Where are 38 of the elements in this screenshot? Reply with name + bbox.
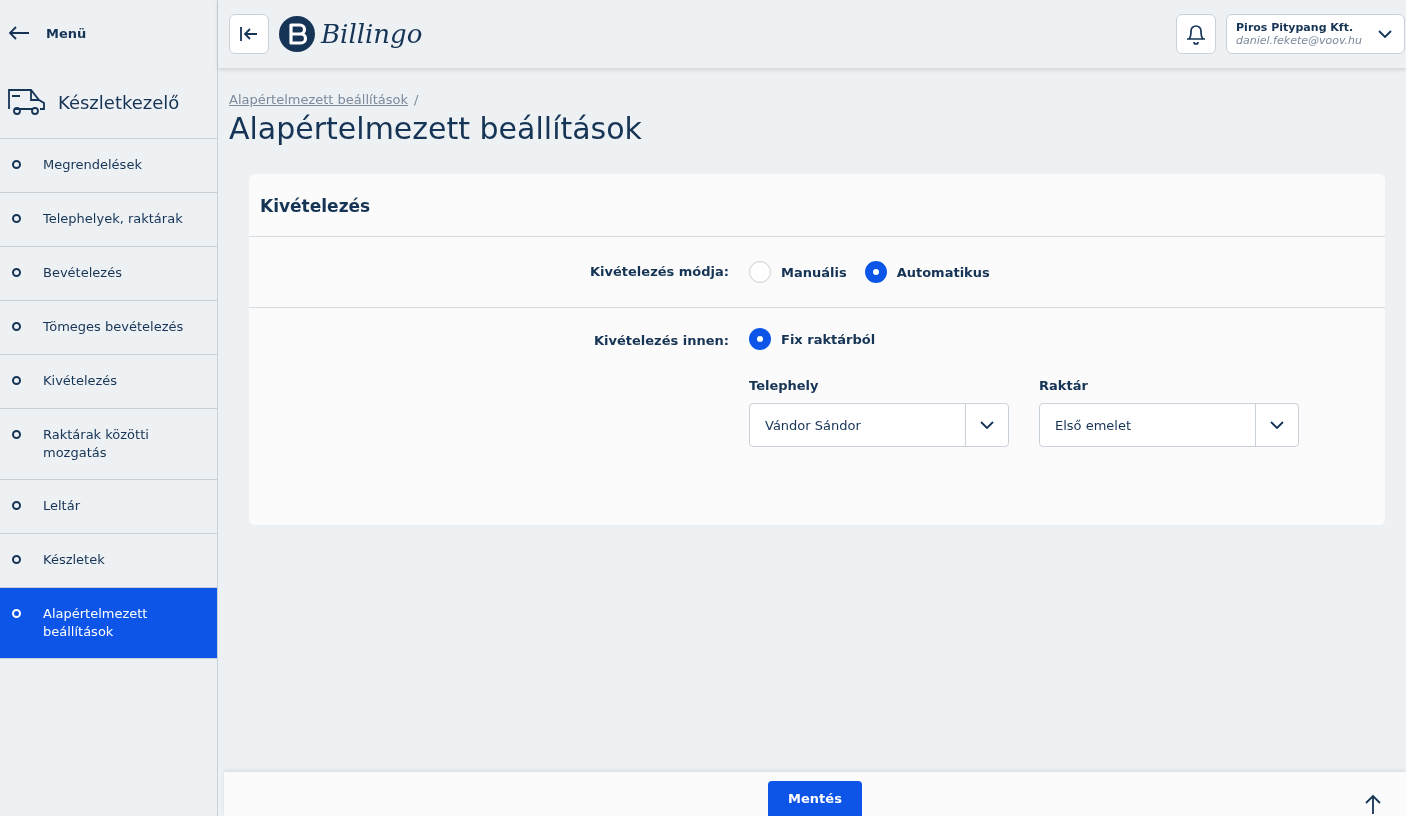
radio-label[interactable]: Fix raktárból	[781, 331, 876, 347]
sidebar-item[interactable]: Bevételezés	[0, 247, 217, 301]
collapse-sidebar-button[interactable]	[229, 14, 269, 54]
select-field[interactable]: Vándor Sándor	[749, 403, 1009, 447]
sidebar-item[interactable]: Leltár	[0, 480, 217, 534]
logo-icon	[279, 16, 315, 52]
radio-label[interactable]: Manuális	[781, 264, 847, 280]
chevron-down-icon	[1270, 421, 1284, 429]
bell-icon	[1186, 23, 1207, 45]
save-button[interactable]: Mentés	[768, 781, 862, 816]
sidebar-item[interactable]: Alapértelmezett beállítások	[0, 588, 217, 659]
radio-label[interactable]: Automatikus	[896, 264, 990, 280]
breadcrumb-separator: /	[413, 92, 419, 107]
sidebar-item[interactable]: Kivételezés	[0, 355, 217, 409]
sidebar-item[interactable]: Tömeges bevételezés	[0, 301, 217, 355]
scroll-up-arrow-icon[interactable]	[1365, 794, 1381, 814]
field-label: Kivételezés innen:	[593, 332, 730, 350]
logo-text: Billingo	[321, 19, 423, 49]
radio-button[interactable]	[864, 261, 887, 283]
select-field[interactable]: Első emelet	[1039, 403, 1299, 447]
module-title: Készletkezelő	[58, 91, 180, 113]
account-menu-button[interactable]: Piros Pitypang Kft. daniel.fekete@voov.hu	[1226, 14, 1405, 54]
back-arrow-icon[interactable]	[8, 26, 30, 40]
chevron-down-icon	[1378, 30, 1392, 38]
chevron-down-icon	[980, 421, 994, 429]
radio-button[interactable]	[749, 328, 771, 350]
notifications-button[interactable]	[1176, 14, 1217, 54]
select-label: Telephely	[749, 378, 820, 393]
van-icon	[6, 87, 46, 117]
collapse-arrow-icon	[240, 27, 258, 41]
sidebar-item[interactable]: Raktárak közötti mozgatás	[0, 409, 217, 480]
sidebar-item[interactable]: Megrendelések	[0, 139, 217, 193]
card-title: Kivételezés	[249, 174, 1385, 237]
menu-label[interactable]: Menü	[46, 25, 87, 41]
page-title: Alapértelmezett beállítások	[229, 111, 643, 146]
field-label: Kivételezés módja:	[589, 263, 730, 281]
select-label: Raktár	[1039, 378, 1089, 393]
sidebar-item[interactable]: Telephelyek, raktárak	[0, 193, 217, 247]
